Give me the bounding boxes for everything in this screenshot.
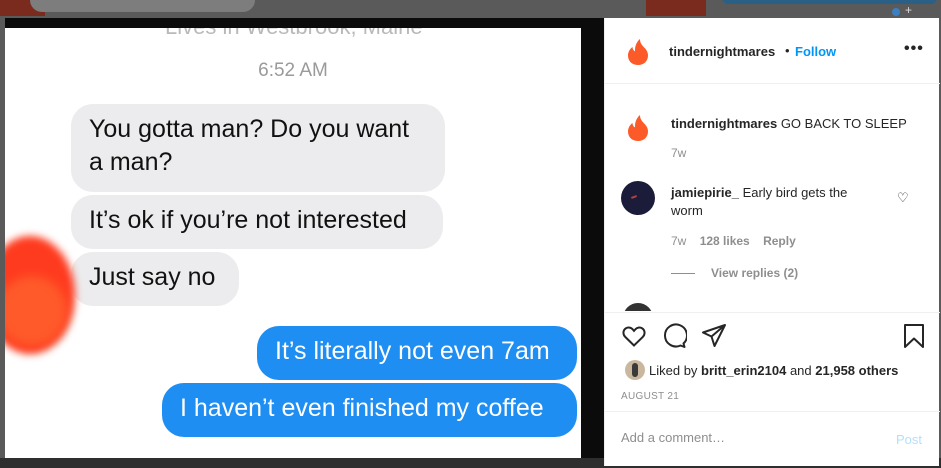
- screenshot-content: Lives in Westbrook, Maine 6:52 AM You go…: [5, 28, 581, 458]
- caption-username[interactable]: tindernightmares: [671, 116, 777, 131]
- sent-message-bubble: I haven’t even finished my coffee: [162, 383, 577, 437]
- avatar[interactable]: [621, 111, 655, 145]
- avatar[interactable]: [621, 181, 655, 215]
- liked-by-prefix: Liked by: [649, 363, 698, 378]
- post-comment-button[interactable]: Post: [896, 432, 922, 447]
- comment-username[interactable]: jamiepirie_: [671, 185, 739, 200]
- post-date[interactable]: AUGUST 21: [621, 391, 679, 402]
- caption: tindernightmares GO BACK TO SLEEP: [671, 115, 921, 133]
- more-options-icon[interactable]: •••: [904, 40, 924, 58]
- received-message-bubble: Just say no: [71, 252, 239, 306]
- avatar[interactable]: [623, 303, 653, 311]
- follow-button[interactable]: Follow: [795, 44, 836, 59]
- add-comment-bar: Post: [605, 411, 940, 466]
- comment-input[interactable]: [621, 430, 881, 445]
- backdrop-shape: [646, 0, 706, 16]
- backdrop-badge: [892, 8, 900, 16]
- view-replies-line: [671, 273, 695, 274]
- post-image[interactable]: Lives in Westbrook, Maine 6:52 AM You go…: [5, 18, 604, 458]
- received-message-bubble: You gotta man? Do you want a man?: [71, 104, 445, 192]
- caption-text: GO BACK TO SLEEP: [780, 116, 907, 131]
- tinder-flame-icon: [628, 39, 648, 65]
- caption-time[interactable]: 7w: [671, 146, 686, 160]
- bookmark-icon[interactable]: [901, 323, 927, 349]
- avatar[interactable]: [621, 35, 655, 69]
- separator-dot: •: [785, 43, 790, 58]
- heart-icon[interactable]: ♡: [897, 190, 909, 206]
- like-heart-icon[interactable]: [621, 323, 647, 349]
- backdrop-plus-icon: +: [905, 3, 913, 17]
- backdrop-search-bar: [30, 0, 255, 12]
- post-header: tindernightmares • Follow •••: [605, 18, 940, 84]
- cut-off-location-text: Lives in Westbrook, Maine: [165, 28, 423, 40]
- post-actions: Liked by britt_erin2104 and 21,958 other…: [605, 312, 940, 412]
- comments-list[interactable]: tindernightmares GO BACK TO SLEEP 7w jam…: [605, 85, 940, 311]
- received-message-bubble: It’s ok if you’re not interested: [71, 195, 443, 249]
- comment-meta: 7w 128 likes Reply: [671, 234, 806, 248]
- post-username[interactable]: tindernightmares: [669, 44, 775, 59]
- comment-time[interactable]: 7w: [671, 234, 686, 248]
- message-time: 6:52 AM: [258, 60, 328, 81]
- avatar[interactable]: [625, 360, 645, 380]
- tinder-flame-icon: [628, 115, 648, 141]
- comment-likes[interactable]: 128 likes: [700, 234, 750, 248]
- view-replies-button[interactable]: View replies (2): [711, 266, 798, 280]
- liked-by-user[interactable]: britt_erin2104: [701, 363, 786, 378]
- comment-icon[interactable]: [661, 323, 687, 349]
- reply-button[interactable]: Reply: [763, 234, 796, 248]
- sent-message-bubble: It’s literally not even 7am: [257, 326, 577, 380]
- liked-by-text: Liked by britt_erin2104 and 21,958 other…: [649, 363, 898, 378]
- liked-by-and: and: [789, 363, 812, 378]
- liked-by-others[interactable]: 21,958 others: [815, 363, 898, 378]
- comment: jamiepirie_ Early bird gets the worm: [671, 184, 881, 220]
- share-icon[interactable]: [701, 323, 727, 349]
- post-side-panel: tindernightmares • Follow ••• tindernigh…: [604, 18, 940, 466]
